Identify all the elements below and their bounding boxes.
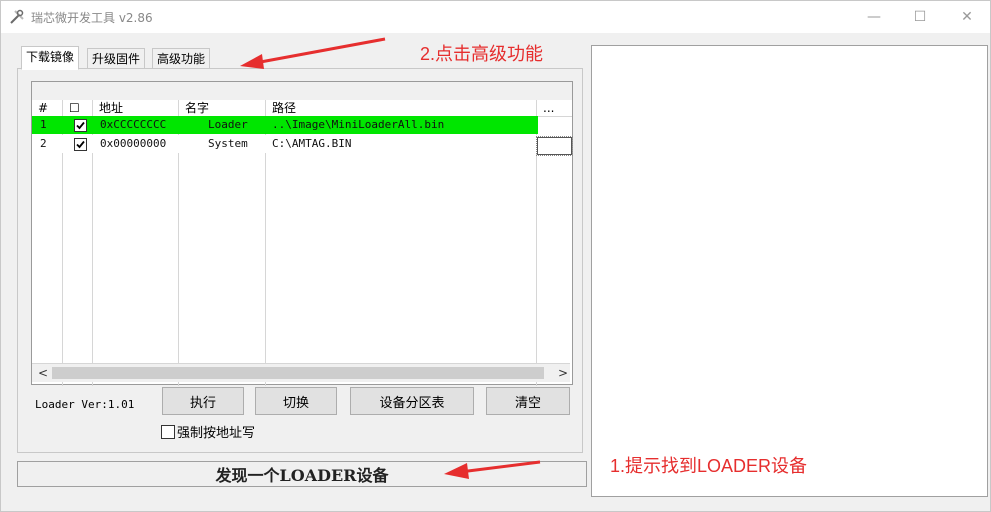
tab-download-image[interactable]: 下载镜像 [21,46,80,70]
arrow-to-status-icon [444,460,541,479]
arrow-to-advanced-tab-icon [240,37,386,69]
annotation-arrows [240,37,541,479]
